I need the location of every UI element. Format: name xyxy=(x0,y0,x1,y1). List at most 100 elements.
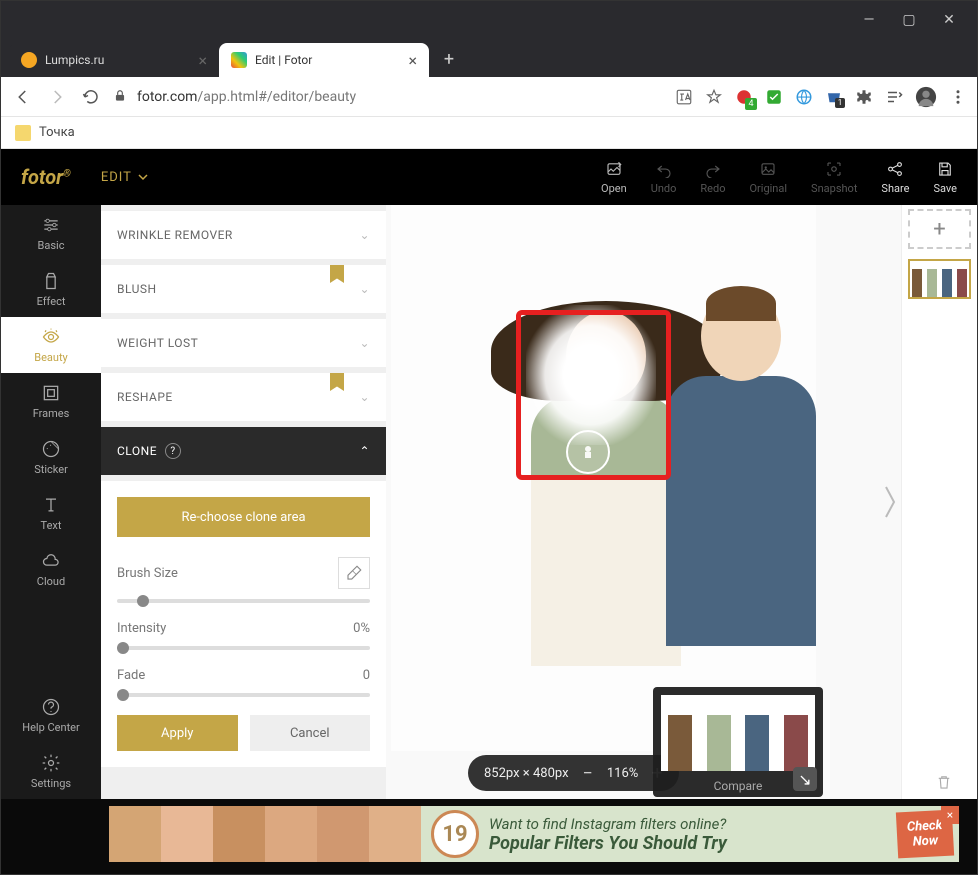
sidebar-item-cloud[interactable]: Cloud xyxy=(1,541,101,597)
compare-panel[interactable]: Compare ↘ xyxy=(653,687,823,797)
image-dimensions: 852px × 480px xyxy=(484,766,569,781)
url-domain: fotor.com xyxy=(137,89,197,105)
menu-icon[interactable] xyxy=(949,88,967,106)
close-icon[interactable]: × xyxy=(408,51,417,70)
sidebar-item-effect[interactable]: Effect xyxy=(1,261,101,317)
fotor-logo[interactable]: fotor® xyxy=(21,165,71,189)
browser-tab-strip: Lumpics.ru × Edit | Fotor × + xyxy=(1,39,977,77)
expand-icon[interactable]: ↘ xyxy=(793,767,817,791)
media-icon[interactable] xyxy=(885,88,903,106)
reload-button[interactable] xyxy=(79,85,103,109)
close-icon[interactable]: × xyxy=(198,51,207,70)
close-button[interactable]: ✕ xyxy=(929,2,969,38)
window-titlebar: — ▢ ✕ xyxy=(1,1,977,39)
zoom-out-button[interactable]: − xyxy=(583,763,593,784)
address-bar[interactable]: fotor.com /app.html#/editor/beauty xyxy=(113,89,665,105)
browser-tab[interactable]: Lumpics.ru × xyxy=(9,43,219,77)
bookmark-item[interactable]: Точка xyxy=(39,125,75,140)
favicon-icon xyxy=(231,52,247,68)
mode-dropdown[interactable]: EDIT xyxy=(101,170,148,185)
ad-close-button[interactable]: × xyxy=(941,806,959,824)
fade-label: Fade xyxy=(117,668,145,683)
sidebar-item-sticker[interactable]: Sticker xyxy=(1,429,101,485)
trash-icon[interactable] xyxy=(935,773,953,791)
panel-item-blush[interactable]: BLUSH⌄ xyxy=(101,265,386,313)
bookmarks-bar: Точка xyxy=(1,117,977,149)
minimize-button[interactable]: — xyxy=(849,2,889,38)
ad-banner[interactable]: 19 Want to find Instagram filters online… xyxy=(109,806,959,862)
ad-badge: 19 xyxy=(431,810,479,858)
open-button[interactable]: Open xyxy=(601,160,627,195)
intensity-slider[interactable] xyxy=(117,646,370,650)
eraser-button[interactable] xyxy=(338,557,370,589)
panel-item-clone[interactable]: CLONE?⌃ xyxy=(101,427,386,475)
compare-thumbnail xyxy=(661,695,815,771)
redo-button[interactable]: Redo xyxy=(700,160,725,195)
sidebar-item-beauty[interactable]: Beauty xyxy=(1,317,101,373)
extensions-icon[interactable] xyxy=(855,88,873,106)
back-button[interactable] xyxy=(11,85,35,109)
browser-tab[interactable]: Edit | Fotor × xyxy=(219,43,429,77)
edited-image[interactable] xyxy=(391,205,816,751)
save-button[interactable]: Save xyxy=(933,160,957,195)
chevron-down-icon: ⌄ xyxy=(359,282,370,296)
brush-size-label: Brush Size xyxy=(117,566,178,581)
tab-title: Lumpics.ru xyxy=(45,53,104,67)
fade-value: 0 xyxy=(363,668,370,683)
right-sidebar: + xyxy=(901,205,977,799)
lock-icon xyxy=(113,89,129,105)
premium-ribbon-icon xyxy=(330,265,344,283)
add-image-button[interactable]: + xyxy=(908,209,971,249)
image-thumbnail[interactable] xyxy=(908,259,971,299)
fade-slider[interactable] xyxy=(117,693,370,697)
sidebar-item-text[interactable]: Text xyxy=(1,485,101,541)
panel-item-wrinkle[interactable]: WRINKLE REMOVER⌄ xyxy=(101,211,386,259)
left-sidebar: Basic Effect Beauty Frames Sticker Text … xyxy=(1,205,101,799)
app-toolbar: fotor® EDIT Open Undo Redo Original Snap… xyxy=(1,149,977,205)
chevron-down-icon: ⌄ xyxy=(359,336,370,350)
new-tab-button[interactable]: + xyxy=(435,45,463,73)
canvas-area: 852px × 480px − 116% + Compare ↘ xyxy=(386,205,901,799)
chevron-down-icon xyxy=(138,172,148,182)
cancel-button[interactable]: Cancel xyxy=(250,715,371,751)
sidebar-item-frames[interactable]: Frames xyxy=(1,373,101,429)
maximize-button[interactable]: ▢ xyxy=(889,2,929,38)
zoom-level: 116% xyxy=(607,766,638,781)
translate-icon[interactable] xyxy=(675,88,693,106)
extension-icon[interactable]: 1 xyxy=(825,88,843,106)
extension-icon[interactable] xyxy=(795,88,813,106)
tab-title: Edit | Fotor xyxy=(255,53,312,67)
chevron-up-icon: ⌃ xyxy=(359,444,370,458)
sidebar-item-help[interactable]: Help Center xyxy=(1,687,101,743)
chevron-down-icon: ⌄ xyxy=(359,390,370,404)
forward-button[interactable] xyxy=(45,85,69,109)
intensity-label: Intensity xyxy=(117,621,166,636)
intensity-value: 0% xyxy=(353,621,370,636)
favicon-icon xyxy=(21,52,37,68)
ad-headline: Want to find Instagram filters online? xyxy=(489,815,897,833)
brush-size-slider[interactable] xyxy=(117,599,370,603)
beauty-panel: WRINKLE REMOVER⌄ BLUSH⌄ WEIGHT LOST⌄ RES… xyxy=(101,205,386,799)
panel-item-reshape[interactable]: RESHAPE⌄ xyxy=(101,373,386,421)
premium-ribbon-icon xyxy=(330,373,344,391)
chevron-right-icon[interactable] xyxy=(883,482,897,522)
rechoose-button[interactable]: Re-choose clone area xyxy=(117,497,370,537)
original-button[interactable]: Original xyxy=(749,160,787,195)
undo-button[interactable]: Undo xyxy=(651,160,677,195)
sidebar-item-settings[interactable]: Settings xyxy=(1,743,101,799)
snapshot-button[interactable]: Snapshot xyxy=(811,160,857,195)
extension-icon[interactable] xyxy=(765,88,783,106)
chevron-down-icon: ⌄ xyxy=(359,228,370,242)
zoom-bar: 852px × 480px − 116% + xyxy=(468,755,679,791)
star-icon[interactable] xyxy=(705,88,723,106)
clone-controls: Re-choose clone area Brush Size Intensit… xyxy=(101,481,386,767)
panel-item-weight[interactable]: WEIGHT LOST⌄ xyxy=(101,319,386,367)
ad-subhead: Popular Filters You Should Try xyxy=(489,833,897,854)
help-icon[interactable]: ? xyxy=(165,443,181,459)
extension-icon[interactable]: 4 xyxy=(735,88,753,106)
url-path: /app.html#/editor/beauty xyxy=(197,89,356,105)
share-button[interactable]: Share xyxy=(881,160,909,195)
sidebar-item-basic[interactable]: Basic xyxy=(1,205,101,261)
apply-button[interactable]: Apply xyxy=(117,715,238,751)
avatar[interactable] xyxy=(915,86,937,108)
